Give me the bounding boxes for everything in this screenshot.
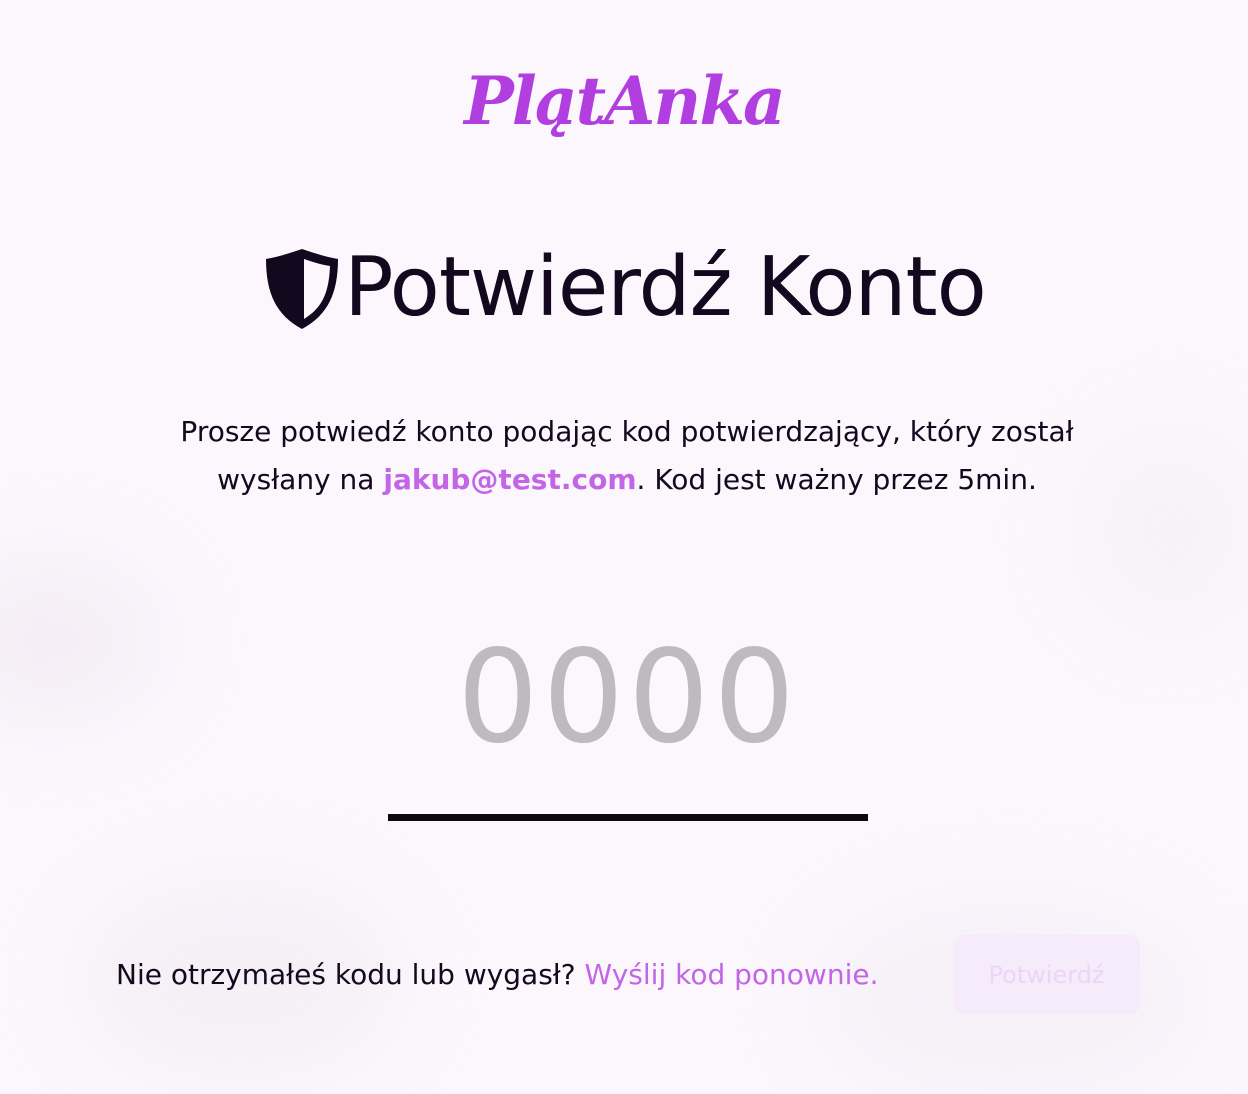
page-title: Potwierdź Konto <box>344 240 987 335</box>
instructions-part-2: . Kod jest ważny przez 5min. <box>636 463 1037 496</box>
verification-code-input[interactable] <box>388 612 868 782</box>
resend-prompt: Nie otrzymałeś kodu lub wygasł? <box>116 958 585 991</box>
background-decoration <box>0 560 160 720</box>
instructions-text: Prosze potwiedź konto podając kod potwie… <box>120 408 1134 504</box>
brand-logo[interactable]: PlątAnka <box>0 68 1248 134</box>
code-input-underline <box>388 814 868 821</box>
confirm-button[interactable]: Potwierdź <box>953 935 1140 1014</box>
email-address: jakub@test.com <box>383 463 637 496</box>
resend-row: Nie otrzymałeś kodu lub wygasł? Wyślij k… <box>116 955 878 995</box>
shield-icon <box>266 249 339 329</box>
resend-code-link[interactable]: Wyślij kod ponownie. <box>585 958 879 991</box>
page-header: Potwierdź Konto <box>0 245 1248 331</box>
